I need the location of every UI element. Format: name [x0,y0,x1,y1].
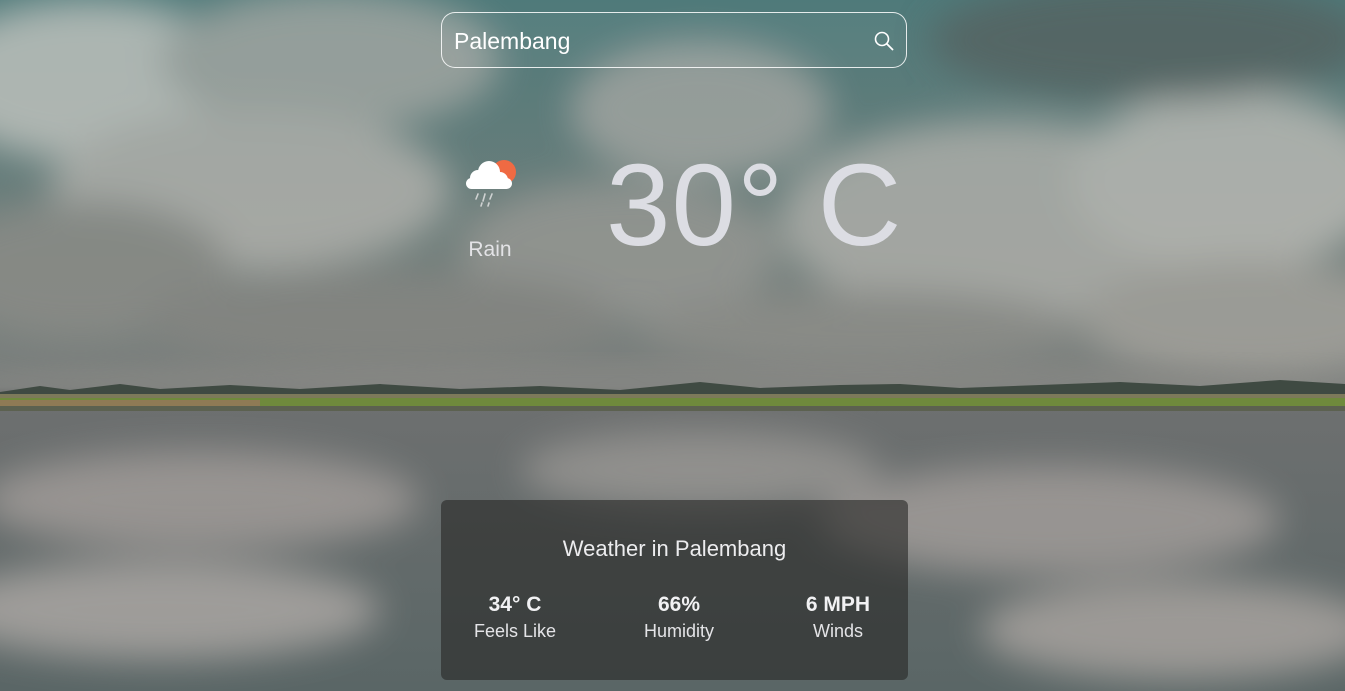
search-icon[interactable] [872,29,896,53]
details-title: Weather in Palembang [562,536,787,561]
cloud-rain-sun-icon [462,156,520,210]
humidity-stat: 66% Humidity [604,592,754,644]
search-bar [441,12,907,69]
condition-label: Rain [468,238,512,261]
winds-value: 6 MPH [805,593,871,616]
feels-like-label: Feels Like [473,621,557,641]
current-temperature: 30° C [606,140,903,270]
feels-like-value: 34° C [488,593,542,616]
search-input[interactable] [454,13,864,69]
weather-details-card: Weather in Palembang 34° C Feels Like 66… [441,500,908,680]
winds-label: Winds [812,621,863,641]
humidity-label: Humidity [643,621,714,641]
winds-stat: 6 MPH Winds [763,592,913,644]
weather-app: Rain 30° C Weather in Palembang 34° C Fe… [0,0,1345,691]
humidity-value: 66% [657,593,701,616]
feels-like-stat: 34° C Feels Like [440,592,590,644]
